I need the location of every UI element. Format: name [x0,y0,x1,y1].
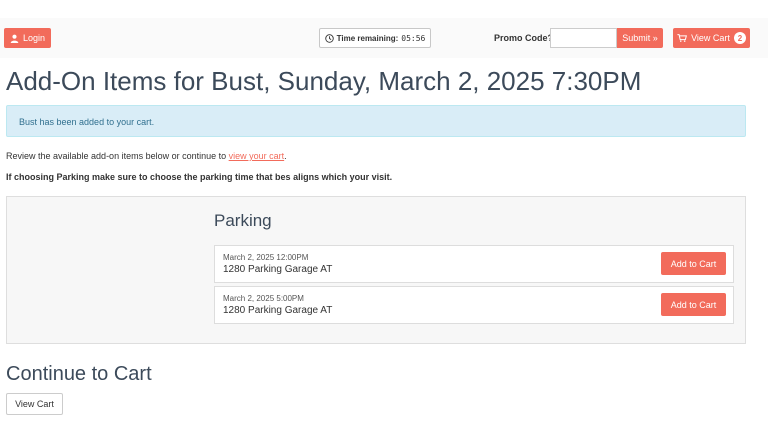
user-icon [10,34,19,43]
item-date: March 2, 2025 5:00PM [223,294,304,303]
promo-code-input[interactable] [550,28,617,48]
added-to-cart-alert: Bust has been added to your cart. [6,105,746,137]
timer-label: Time remaining: [336,33,399,43]
intro-text-start: Review the available add-on items below … [6,151,229,161]
promo-code-label: Promo Code? [494,33,554,43]
parking-item: March 2, 2025 12:00PM 1280 Parking Garag… [214,245,734,283]
time-remaining: Time remaining: 05:56 [319,28,431,48]
cart-count-badge: 2 [733,32,746,44]
view-cart-label: View Cart [691,33,730,43]
login-button[interactable]: Login [4,28,51,48]
view-cart-button[interactable]: View Cart 2 [673,28,750,48]
parking-section-title: Parking [214,211,272,230]
parking-item: March 2, 2025 5:00PM 1280 Parking Garage… [214,286,734,324]
timer-value: 05:56 [401,33,426,43]
alert-text: Bust has been added to your cart. [19,117,155,127]
item-date: March 2, 2025 12:00PM [223,253,309,262]
item-location: 1280 Parking Garage AT [223,264,333,275]
continue-to-cart-title: Continue to Cart [6,363,152,385]
intro-text-end: . [284,151,287,161]
view-your-cart-link[interactable]: view your cart [229,151,285,161]
promo-submit-button[interactable]: Submit » [617,28,663,48]
clock-icon [324,33,334,43]
add-to-cart-button[interactable]: Add to Cart [661,293,726,316]
view-cart-bottom-button[interactable]: View Cart [6,393,63,415]
add-to-cart-button[interactable]: Add to Cart [661,252,726,275]
page-title: Add-On Items for Bust, Sunday, March 2, … [6,66,642,96]
login-label: Login [22,33,46,43]
item-location: 1280 Parking Garage AT [223,305,333,316]
shopping-cart-icon [677,34,688,42]
submit-label: Submit » [622,33,658,43]
parking-notice: If choosing Parking make sure to choose … [6,172,393,182]
intro-text: Review the available add-on items below … [6,151,287,161]
